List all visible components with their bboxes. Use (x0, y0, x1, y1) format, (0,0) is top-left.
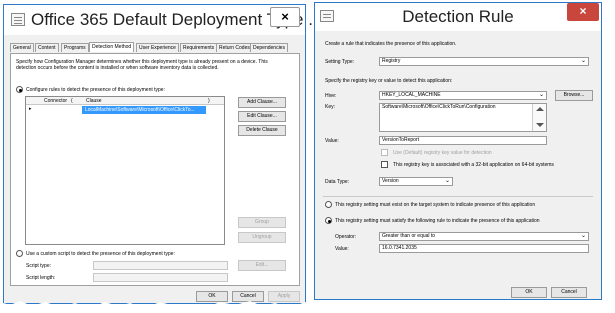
table-row[interactable]: ▸ LocalMachine\Software\Microsoft\Office… (26, 106, 224, 114)
setting-type-dropdown[interactable]: Registry ⌄ (379, 57, 589, 66)
tab-content[interactable]: Content (35, 43, 59, 52)
tab-detection-method[interactable]: Detection Method (89, 42, 135, 52)
description-text: Specify how Configuration Manager determ… (16, 59, 268, 71)
rules-radio-label: Configure rules to detect the presence o… (26, 87, 165, 93)
column-header-connector[interactable]: Connector (44, 98, 67, 104)
custom-script-radio-label: Use a custom script to detect the presen… (26, 251, 175, 257)
tab-programs[interactable]: Programs (61, 43, 89, 52)
setting-type-label: Setting Type: (325, 59, 355, 65)
column-header-open-paren[interactable]: ( (71, 98, 73, 104)
tab-general[interactable]: General (10, 43, 34, 52)
intro-text: Create a rule that indicates the presenc… (325, 41, 457, 47)
browse-button[interactable]: Browse... (555, 90, 593, 101)
scroll-down-icon[interactable] (536, 123, 544, 127)
key-scrollbar[interactable] (532, 104, 546, 131)
custom-script-radio[interactable] (16, 250, 23, 257)
script-type-label: Script type: (26, 263, 52, 269)
group-button[interactable]: Group (238, 217, 286, 228)
chevron-down-icon: ⌄ (444, 178, 450, 184)
window-title: Detection Rule (402, 7, 514, 26)
data-type-dropdown[interactable]: Version ⌄ (379, 177, 453, 186)
close-button[interactable]: × (567, 3, 599, 21)
edit-script-button[interactable]: Edit... (238, 260, 286, 271)
must-exist-label: This registry setting must exist on the … (335, 202, 536, 208)
must-satisfy-label: This registry setting must satisfy the f… (335, 218, 540, 224)
script-type-field[interactable] (93, 261, 228, 270)
chevron-down-icon: ⌄ (580, 58, 586, 64)
script-length-field (93, 273, 228, 282)
tab-panel: Specify how Configuration Manager determ… (10, 53, 300, 286)
script-length-label: Script length: (26, 275, 56, 281)
must-satisfy-radio[interactable] (325, 217, 332, 224)
operator-dropdown[interactable]: Greater than or equal to ⌄ (379, 232, 589, 241)
value-label: Value: (325, 138, 339, 144)
close-icon: × (281, 9, 289, 24)
edit-clause-button[interactable]: Edit Clause... (238, 111, 286, 122)
tab-strip: General Content Programs Detection Metho… (10, 42, 300, 53)
value-field[interactable]: VersionToReport (379, 136, 547, 145)
specify-label: Specify the registry key or value to det… (325, 78, 453, 84)
delete-clause-button[interactable]: Delete Clause (238, 125, 286, 136)
tab-return-codes[interactable]: Return Codes (216, 43, 253, 52)
bit32-label: This registry key is associated with a 3… (393, 162, 554, 168)
operator-label: Operator: (335, 234, 357, 240)
default-value-checkbox[interactable] (381, 149, 388, 156)
app-icon (11, 13, 25, 26)
deployment-type-properties-window: Office 365 Default Deployment Type ... ×… (3, 4, 322, 304)
chevron-down-icon: ⌄ (538, 92, 544, 98)
tab-user-experience[interactable]: User Experience (136, 43, 179, 52)
data-type-label: Data Type: (325, 179, 350, 185)
title-bar: Office 365 Default Deployment Type ... × (4, 5, 322, 35)
column-header-clause[interactable]: Clause (86, 98, 102, 104)
clause-table[interactable]: Connector ( Clause ) ▸ LocalMachine\Soft… (25, 96, 225, 245)
detection-rule-window: Detection Rule × Create a rule that indi… (314, 2, 602, 300)
ungroup-button[interactable]: Ungroup (238, 232, 286, 243)
key-field[interactable]: Software\Microsoft\Office\ClickToRun\Con… (379, 103, 547, 132)
torn-edge (0, 301, 615, 313)
close-icon: × (579, 4, 587, 18)
rule-value-label: Value: (335, 246, 349, 252)
default-value-label: Use (Default) registry key value for det… (393, 150, 492, 156)
rules-radio[interactable] (16, 86, 23, 93)
title-bar: Detection Rule × (315, 3, 601, 31)
row-selector-icon: ▸ (29, 106, 32, 112)
table-header: Connector ( Clause ) (26, 97, 224, 105)
tab-dependencies[interactable]: Dependencies (250, 43, 288, 52)
bit32-checkbox[interactable] (381, 161, 388, 168)
hive-label: Hive: (325, 93, 337, 99)
must-exist-radio[interactable] (325, 201, 332, 208)
tab-requirements[interactable]: Requirements (180, 43, 218, 52)
key-label: Key: (325, 104, 336, 110)
chevron-down-icon: ⌄ (580, 233, 586, 239)
scroll-up-icon[interactable] (536, 107, 544, 111)
hive-dropdown[interactable]: HKEY_LOCAL_MACHINE ⌄ (379, 91, 547, 100)
close-button[interactable]: × (270, 7, 300, 27)
add-clause-button[interactable]: Add Clause... (238, 97, 286, 108)
rule-value-field[interactable]: 16.0.7341.2035 (379, 244, 589, 253)
column-header-close-paren[interactable]: ) (208, 98, 210, 104)
selected-clause-cell[interactable]: LocalMachine\Software\Microsoft\Office\C… (82, 106, 206, 114)
divider (323, 196, 593, 197)
